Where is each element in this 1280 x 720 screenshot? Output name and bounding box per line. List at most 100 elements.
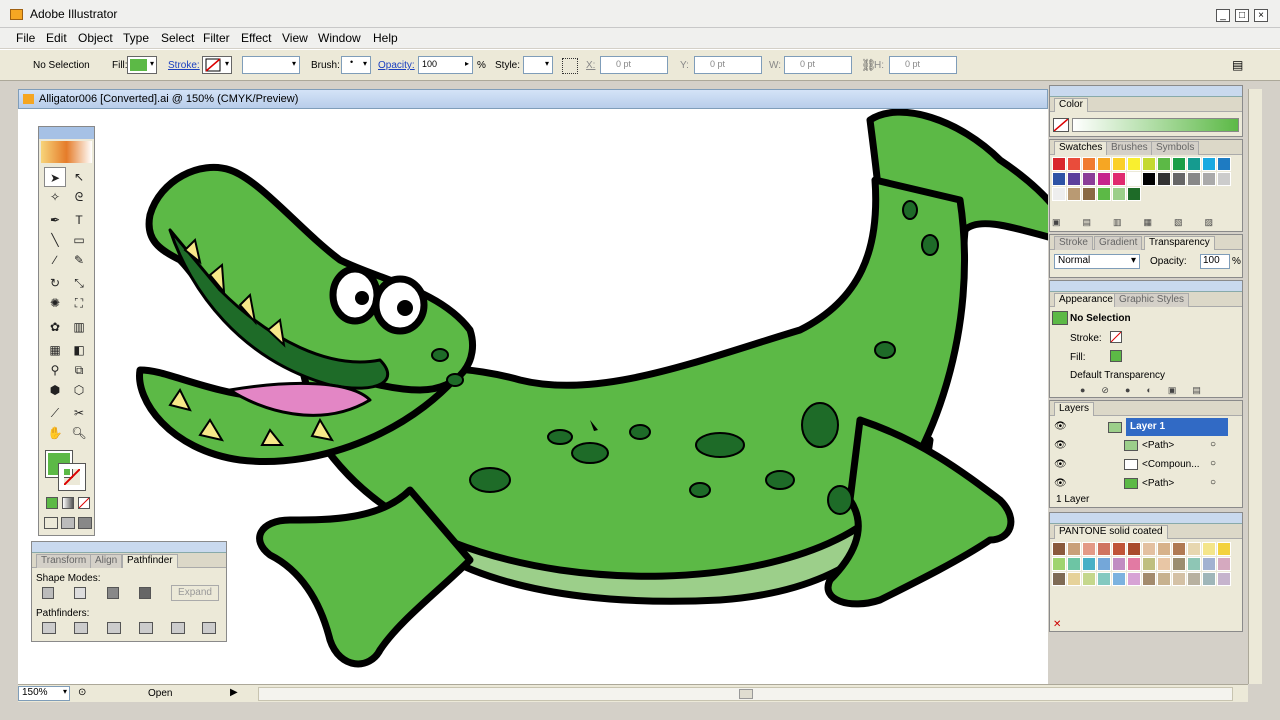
vertical-scrollbar[interactable] xyxy=(1248,89,1262,684)
menu-object[interactable]: Object xyxy=(78,31,113,45)
pantone-swatch[interactable] xyxy=(1112,557,1126,571)
y-input[interactable]: 0 pt xyxy=(694,56,762,74)
tab-transparency[interactable]: Transparency xyxy=(1144,236,1215,250)
slice-tool-icon[interactable]: ⟋ xyxy=(44,403,66,423)
layer-row[interactable]: 👁︎ Layer 1 xyxy=(1052,418,1228,436)
tab-graphic-styles[interactable]: Graphic Styles xyxy=(1114,293,1190,307)
pantone-swatch[interactable] xyxy=(1157,542,1171,556)
warp-tool-icon[interactable]: ✺ xyxy=(44,293,66,313)
swatch[interactable] xyxy=(1052,187,1066,201)
menu-effect[interactable]: Effect xyxy=(241,31,271,45)
pantone-swatch[interactable] xyxy=(1067,572,1081,586)
menu-edit[interactable]: Edit xyxy=(46,31,67,45)
direct-selection-tool-icon[interactable]: ↖ xyxy=(68,167,90,187)
pantone-swatch[interactable] xyxy=(1127,542,1141,556)
mesh-tool-icon[interactable]: ▦ xyxy=(44,340,66,360)
swatch[interactable] xyxy=(1202,172,1216,186)
tab-align[interactable]: Align xyxy=(90,554,123,568)
pantone-swatch[interactable] xyxy=(1157,557,1171,571)
w-input[interactable]: 0 pt xyxy=(784,56,852,74)
tab-swatches[interactable]: Swatches xyxy=(1054,141,1108,155)
pen-tool-icon[interactable]: ✒ xyxy=(44,210,66,230)
pantone-swatch[interactable] xyxy=(1142,572,1156,586)
screen-mode-full-icon[interactable] xyxy=(78,517,92,529)
swatch[interactable] xyxy=(1112,187,1126,201)
gradient-mode-icon[interactable] xyxy=(62,497,74,509)
line-tool-icon[interactable]: ╲ xyxy=(44,230,66,250)
blend-tool-icon[interactable]: ⧉ xyxy=(68,360,90,380)
none-mode-icon[interactable] xyxy=(78,497,90,509)
screen-mode-standard-icon[interactable] xyxy=(44,517,58,529)
menu-type[interactable]: Type xyxy=(123,31,149,45)
expand-button[interactable]: Expand xyxy=(171,585,219,601)
crop-icon[interactable] xyxy=(139,622,153,634)
swatch[interactable] xyxy=(1082,172,1096,186)
graph-tool-icon[interactable]: ▥ xyxy=(68,317,90,337)
swatch[interactable] xyxy=(1157,157,1171,171)
swatch[interactable] xyxy=(1067,172,1081,186)
swatch[interactable] xyxy=(1127,187,1141,201)
stroke-color-box[interactable] xyxy=(58,463,86,491)
swatch[interactable] xyxy=(1097,172,1111,186)
rectangle-tool-icon[interactable]: ▭ xyxy=(68,230,90,250)
swatch[interactable] xyxy=(1202,157,1216,171)
status-arrow-icon[interactable]: ▶ xyxy=(230,687,238,698)
pantone-swatch[interactable] xyxy=(1202,572,1216,586)
pantone-swatch[interactable] xyxy=(1097,572,1111,586)
live-paint-tool-icon[interactable]: ⬢ xyxy=(44,380,66,400)
free-transform-tool-icon[interactable]: ⛶ xyxy=(68,293,90,313)
swatch-footer-icons[interactable]: ▣▤▥▦▧▨ xyxy=(1052,217,1240,229)
magic-wand-tool-icon[interactable]: ✧ xyxy=(44,187,66,207)
tab-stroke[interactable]: Stroke xyxy=(1054,236,1093,250)
layer-sublayer-row[interactable]: 👁︎ <Path> ○ xyxy=(1052,437,1228,455)
swatch[interactable] xyxy=(1217,157,1231,171)
menu-filter[interactable]: Filter xyxy=(203,31,230,45)
selection-tool-icon[interactable]: ➤ xyxy=(44,167,66,187)
add-shape-icon[interactable] xyxy=(42,587,54,599)
divide-icon[interactable] xyxy=(42,622,56,634)
menu-help[interactable]: Help xyxy=(373,31,398,45)
swatch[interactable] xyxy=(1127,157,1141,171)
swatch[interactable] xyxy=(1187,157,1201,171)
appearance-footer-icons[interactable]: ●⊘●◐▣▤ xyxy=(1080,385,1230,395)
swatch[interactable] xyxy=(1172,157,1186,171)
fill-swatch[interactable]: ▾ xyxy=(127,56,157,74)
pantone-swatch[interactable] xyxy=(1052,542,1066,556)
rotate-tool-icon[interactable]: ↻ xyxy=(44,273,66,293)
tab-color[interactable]: Color xyxy=(1054,98,1088,112)
pantone-swatch[interactable] xyxy=(1187,542,1201,556)
pantone-swatch[interactable] xyxy=(1067,557,1081,571)
pantone-swatch[interactable] xyxy=(1142,557,1156,571)
type-tool-icon[interactable]: T xyxy=(68,210,90,230)
subtract-shape-icon[interactable] xyxy=(74,587,86,599)
pantone-swatch[interactable] xyxy=(1082,542,1096,556)
opacity-input[interactable]: 100 ▸ xyxy=(418,56,473,74)
pantone-swatch[interactable] xyxy=(1217,557,1231,571)
h-input[interactable]: 0 pt xyxy=(889,56,957,74)
appearance-fill-swatch[interactable] xyxy=(1110,350,1122,362)
brush-picker[interactable]: • ▾ xyxy=(341,56,371,74)
scale-tool-icon[interactable]: ⤡ xyxy=(68,273,90,293)
paintbrush-tool-icon[interactable]: ∕ xyxy=(44,250,66,270)
pantone-swatch[interactable] xyxy=(1127,557,1141,571)
swatch[interactable] xyxy=(1067,157,1081,171)
pantone-swatch[interactable] xyxy=(1067,542,1081,556)
horizontal-scrollbar[interactable] xyxy=(258,687,1233,701)
tab-appearance[interactable]: Appearance xyxy=(1054,293,1118,307)
tab-gradient[interactable]: Gradient xyxy=(1094,236,1143,250)
pantone-swatch[interactable] xyxy=(1097,557,1111,571)
swatch[interactable] xyxy=(1067,187,1081,201)
swatch[interactable] xyxy=(1172,172,1186,186)
swatch[interactable] xyxy=(1112,157,1126,171)
pantone-swatch[interactable] xyxy=(1142,542,1156,556)
pantone-swatch[interactable] xyxy=(1052,557,1066,571)
tab-brushes[interactable]: Brushes xyxy=(1106,141,1153,155)
pantone-swatch[interactable] xyxy=(1082,557,1096,571)
color-ramp[interactable] xyxy=(1072,118,1239,132)
swatch[interactable] xyxy=(1157,172,1171,186)
color-mode-icon[interactable] xyxy=(46,497,58,509)
menu-window[interactable]: Window xyxy=(318,31,361,45)
pantone-swatch[interactable] xyxy=(1187,572,1201,586)
pantone-swatch[interactable] xyxy=(1172,542,1186,556)
scissors-tool-icon[interactable]: ✂ xyxy=(68,403,90,423)
